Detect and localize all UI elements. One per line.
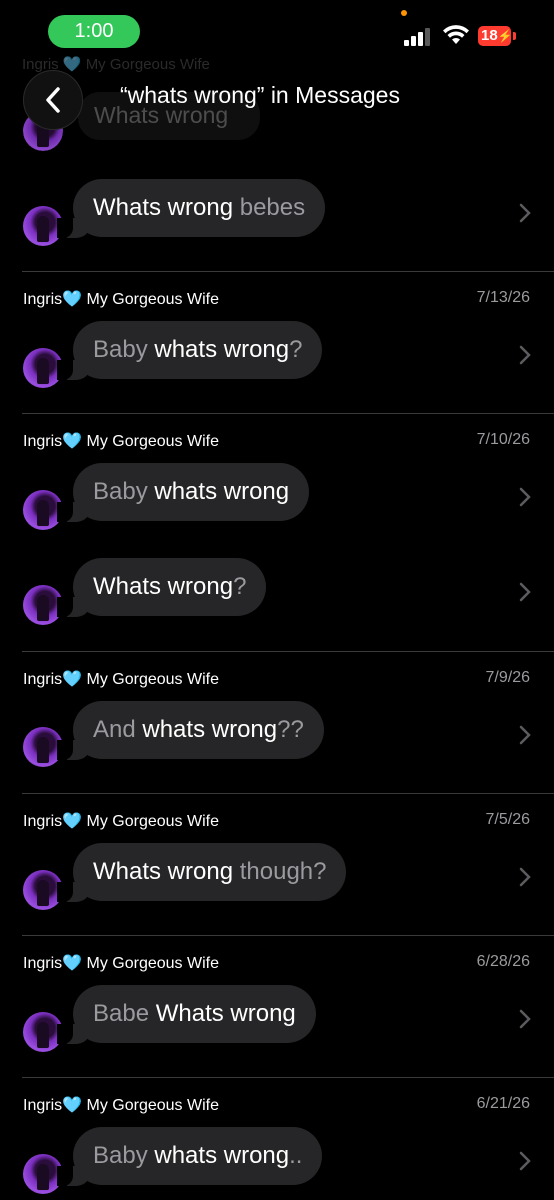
match-text: Whats wrong bbox=[93, 573, 234, 600]
message-result[interactable]: Whats wrong? bbox=[57, 558, 267, 617]
match-text: Whats wrong bbox=[93, 194, 234, 221]
message-date: 7/13/26 bbox=[476, 289, 530, 306]
message-result[interactable]: Baby whats wrong? bbox=[57, 321, 323, 380]
message-result[interactable]: Whats wrong bebes bbox=[57, 179, 326, 238]
divider bbox=[22, 271, 554, 272]
divider bbox=[22, 935, 554, 936]
wifi-icon bbox=[443, 25, 469, 44]
divider bbox=[22, 651, 554, 652]
privacy-indicator-dot bbox=[401, 10, 407, 16]
message-result[interactable]: Baby whats wrong bbox=[57, 463, 310, 522]
message-result[interactable]: And whats wrong?? bbox=[57, 701, 324, 760]
divider bbox=[22, 413, 554, 414]
chevron-right-icon[interactable] bbox=[519, 867, 531, 887]
message-date: 7/9/26 bbox=[485, 669, 530, 686]
conversation-name: Ingris🩵 My Gorgeous Wife bbox=[23, 1097, 219, 1114]
chevron-right-icon[interactable] bbox=[519, 725, 531, 745]
message-date: 6/21/26 bbox=[476, 1095, 530, 1112]
message-date: 7/10/26 bbox=[476, 431, 530, 448]
battery-icon: 18⚡ bbox=[478, 26, 513, 46]
match-text: whats wrong bbox=[154, 1142, 290, 1169]
conversation-name: Ingris🩵 My Gorgeous Wife bbox=[23, 671, 219, 688]
conversation-name: Ingris🩵 My Gorgeous Wife bbox=[23, 955, 219, 972]
chevron-right-icon[interactable] bbox=[519, 1151, 531, 1171]
chevron-right-icon[interactable] bbox=[519, 1009, 531, 1029]
chevron-left-icon bbox=[46, 87, 60, 113]
message-date: 6/28/26 bbox=[476, 953, 530, 970]
message-result[interactable]: Whats wrong though? bbox=[57, 843, 347, 902]
divider bbox=[22, 793, 554, 794]
nav-bar: “whats wrong” in Messages bbox=[0, 64, 554, 134]
match-text: Whats wrong bbox=[93, 858, 234, 885]
message-result[interactable]: Baby whats wrong.. bbox=[57, 1127, 323, 1186]
chevron-right-icon[interactable] bbox=[519, 487, 531, 507]
match-text: Whats wrong bbox=[155, 1000, 296, 1027]
conversation-name: Ingris🩵 My Gorgeous Wife bbox=[23, 433, 219, 450]
chevron-right-icon[interactable] bbox=[519, 345, 531, 365]
match-text: whats wrong bbox=[154, 336, 290, 363]
cellular-signal-icon bbox=[404, 28, 434, 46]
battery-tip bbox=[513, 32, 516, 40]
status-time: 1:00 bbox=[48, 15, 140, 48]
page-title: “whats wrong” in Messages bbox=[120, 82, 400, 108]
conversation-name: Ingris🩵 My Gorgeous Wife bbox=[23, 291, 219, 308]
message-date: 7/5/26 bbox=[485, 811, 530, 828]
chevron-right-icon[interactable] bbox=[519, 582, 531, 602]
match-text: whats wrong bbox=[142, 716, 278, 743]
message-result[interactable]: Babe Whats wrong bbox=[57, 985, 316, 1044]
divider bbox=[22, 1077, 554, 1078]
battery-level: 18 bbox=[481, 27, 498, 44]
back-button[interactable] bbox=[23, 70, 83, 130]
conversation-name: Ingris🩵 My Gorgeous Wife bbox=[23, 813, 219, 830]
match-text: whats wrong bbox=[154, 478, 290, 505]
chevron-right-icon[interactable] bbox=[519, 203, 531, 223]
